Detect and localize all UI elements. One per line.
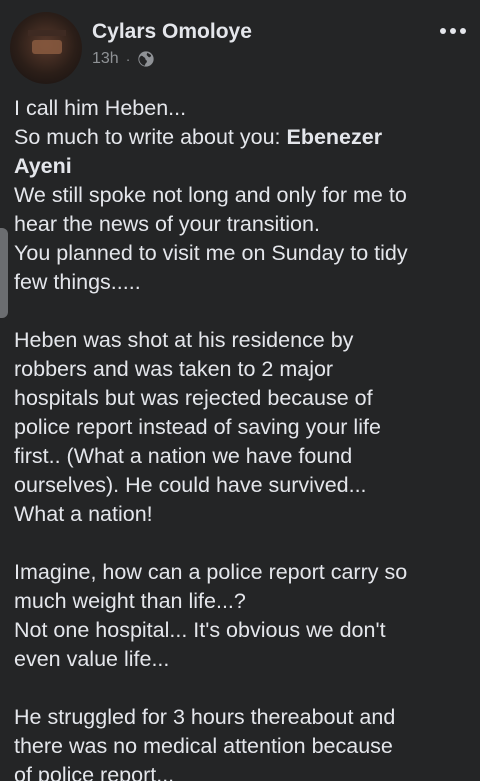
post-text-line: few things.....: [14, 270, 141, 294]
avatar[interactable]: [10, 12, 82, 84]
post-text-line: there was no medical attention because: [14, 734, 393, 758]
post-text-line: He struggled for 3 hours thereabout and: [14, 705, 396, 729]
post-text-line: Heben was shot at his residence by: [14, 328, 354, 352]
post-text-line: You planned to visit me on Sunday to tid…: [14, 241, 408, 265]
avatar-image-detail: [28, 30, 66, 36]
post-text-line: Not one hospital... It's obvious we don'…: [14, 618, 386, 642]
more-dot: [440, 28, 446, 34]
post-text-line: robbers and was taken to 2 major: [14, 357, 334, 381]
post-text-line: first.. (What a nation we have found: [14, 444, 353, 468]
post-text-line: hospitals but was rejected because of: [14, 386, 373, 410]
post-text-line: even value life...: [14, 647, 170, 671]
post-text-line: hear the news of your transition.: [14, 212, 320, 236]
post-text-line: ourselves). He could have survived...: [14, 473, 367, 497]
author-name[interactable]: Cylars Omoloye: [92, 20, 252, 44]
post-text-segment: So much to write about you:: [14, 125, 287, 149]
post-body: I call him Heben... So much to write abo…: [14, 94, 470, 781]
more-dot: [460, 28, 466, 34]
post-text-line: Imagine, how can a police report carry s…: [14, 560, 408, 584]
post-text-line: much weight than life...?: [14, 589, 246, 613]
side-drawer-handle[interactable]: [0, 228, 8, 318]
post-text-line: So much to write about you: Ebenezer: [14, 123, 470, 152]
more-options-icon[interactable]: [440, 28, 466, 34]
post-text-line: of police report...: [14, 763, 175, 781]
post-card: Cylars Omoloye 13h · I call him Heben...…: [0, 0, 480, 781]
post-time[interactable]: 13h: [92, 50, 119, 68]
post-text-line: police report instead of saving your lif…: [14, 415, 381, 439]
post-text-line: We still spoke not long and only for me …: [14, 183, 407, 207]
post-meta: 13h ·: [92, 48, 155, 70]
post-text-line: What a nation!: [14, 502, 153, 526]
meta-separator: ·: [125, 51, 131, 67]
post-header: Cylars Omoloye 13h ·: [0, 0, 480, 90]
tagged-person-name[interactable]: Ayeni: [14, 154, 72, 178]
more-dot: [450, 28, 456, 34]
post-text-line: I call him Heben...: [14, 96, 187, 120]
globe-icon[interactable]: [137, 50, 155, 68]
post-text-line: Ayeni: [14, 152, 470, 181]
tagged-person-name[interactable]: Ebenezer: [286, 125, 382, 149]
avatar-image-detail: [32, 40, 62, 54]
